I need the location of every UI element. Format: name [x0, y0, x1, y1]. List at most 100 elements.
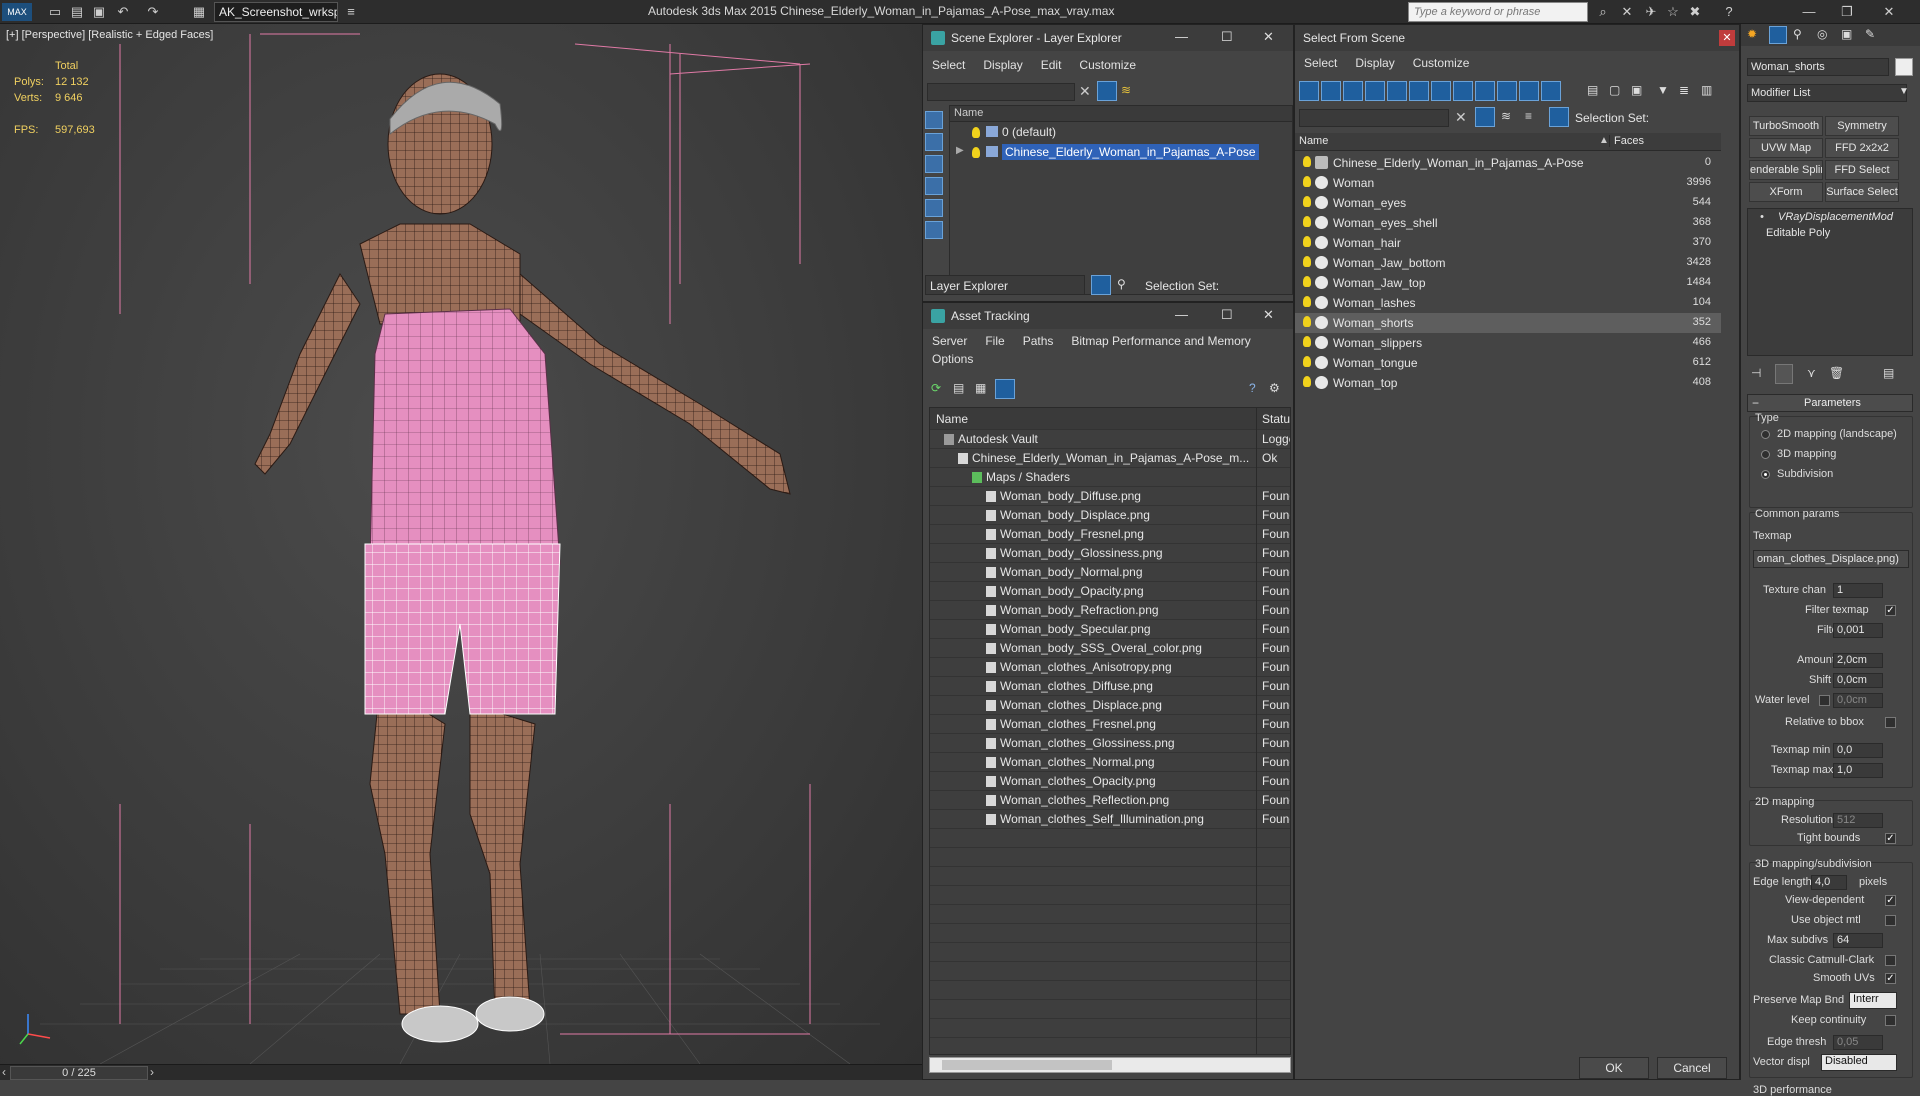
asset-row[interactable]: Woman_clothes_Fresnel.png Found — [930, 715, 1290, 734]
modifier-list-dropdown[interactable]: Modifier List — [1747, 84, 1907, 102]
scene-explorer-title[interactable]: Scene Explorer - Layer Explorer — [923, 25, 1293, 51]
save-file-icon[interactable]: ▣ — [90, 3, 108, 21]
asset-row[interactable]: Woman_clothes_Self_Illumination.png Found — [930, 810, 1290, 829]
object-row[interactable]: Woman_eyes_shell 368 — [1295, 213, 1721, 233]
resolution-field[interactable]: 512 — [1833, 813, 1883, 828]
horizontal-scrollbar[interactable] — [929, 1057, 1291, 1073]
texture-chan-field[interactable]: 1 — [1833, 583, 1883, 598]
asset-row[interactable]: Woman_body_SSS_Overal_color.png Found — [930, 639, 1290, 658]
display-geometry-icon[interactable] — [925, 111, 943, 129]
pin-stack-icon[interactable]: ⊣ — [1751, 366, 1761, 380]
texmap-max-field[interactable]: 1,0 — [1833, 763, 1883, 778]
workspace-dropdown[interactable]: AK_Screenshot_wrksp — [214, 2, 338, 22]
radio-3d-mapping[interactable] — [1761, 450, 1770, 459]
menu-options[interactable]: Options — [923, 349, 982, 369]
filter-geometry-icon[interactable] — [1299, 81, 1319, 101]
lightbulb-icon[interactable] — [972, 147, 980, 158]
open-file-icon[interactable]: ▤ — [68, 3, 86, 21]
filter-groups-icon[interactable] — [1431, 81, 1451, 101]
col-name[interactable]: Name — [936, 412, 968, 426]
select-all-icon[interactable]: ▤ — [1587, 83, 1598, 97]
radio-subdivision[interactable] — [1761, 470, 1770, 479]
asset-row[interactable]: Woman_clothes_Anisotropy.png Found — [930, 658, 1290, 677]
asset-row[interactable]: Woman_clothes_Reflection.png Found — [930, 791, 1290, 810]
time-prev-icon[interactable]: ‹ — [2, 1065, 6, 1079]
filter-helpers-icon[interactable] — [1387, 81, 1407, 101]
show-end-result-icon[interactable] — [1775, 364, 1793, 384]
utilities-tab-icon[interactable]: ✎ — [1865, 27, 1875, 41]
shift-field[interactable]: 0,0cm — [1833, 673, 1883, 688]
max-subdivs-field[interactable]: 64 — [1833, 933, 1883, 948]
funnel-icon[interactable]: ▼ — [1657, 83, 1669, 97]
maximize-icon[interactable]: ☐ — [1221, 307, 1233, 323]
asset-row[interactable]: Woman_body_Diffuse.png Found — [930, 487, 1290, 506]
clear-find-icon[interactable]: ✕ — [1455, 109, 1467, 126]
exchange-icon[interactable]: ✖ — [1686, 3, 1704, 21]
asset-row[interactable]: Woman_clothes_Glossiness.png Found — [930, 734, 1290, 753]
lightbulb-icon[interactable] — [1303, 296, 1311, 307]
menu-display[interactable]: Display — [974, 55, 1031, 75]
menu-select[interactable]: Select — [923, 55, 974, 75]
menu-paths[interactable]: Paths — [1014, 331, 1063, 351]
filter-frozen-icon[interactable] — [1519, 81, 1539, 101]
menu-file[interactable]: File — [976, 331, 1013, 351]
asset-row[interactable]: Woman_body_Fresnel.png Found — [930, 525, 1290, 544]
filter-hidden-icon[interactable] — [1541, 81, 1561, 101]
minimize-icon[interactable]: — — [1175, 29, 1188, 44]
filter-shapes-icon[interactable] — [1321, 81, 1341, 101]
select-from-scene-title[interactable]: Select From Scene — [1295, 25, 1739, 51]
object-row[interactable]: Woman_Jaw_top 1484 — [1295, 273, 1721, 293]
motion-tab-icon[interactable]: ◎ — [1817, 27, 1827, 41]
ok-button[interactable]: OK — [1579, 1057, 1649, 1079]
display-spacewarps-icon[interactable] — [925, 221, 943, 239]
water-level-field[interactable]: 0,0cm — [1833, 693, 1883, 708]
minimize-window-icon[interactable]: — — [1800, 3, 1818, 21]
object-row[interactable]: Woman 3996 — [1295, 173, 1721, 193]
filter-blur-field[interactable]: 0,001 — [1833, 623, 1883, 638]
object-row[interactable]: Woman_eyes 544 — [1295, 193, 1721, 213]
filter-cameras-icon[interactable] — [1365, 81, 1385, 101]
asset-row[interactable]: Woman_body_Opacity.png Found — [930, 582, 1290, 601]
view-dependent-checkbox[interactable]: ✓ — [1885, 895, 1896, 906]
new-file-icon[interactable]: ▭ — [46, 3, 64, 21]
create-tab-icon[interactable]: ✹ — [1747, 27, 1757, 41]
find-input[interactable] — [1299, 109, 1449, 127]
configure-sets-icon[interactable]: ▤ — [1883, 366, 1894, 380]
texmap-min-field[interactable]: 0,0 — [1833, 743, 1883, 758]
display-tab-icon[interactable]: ▣ — [1841, 27, 1852, 41]
tools-icon[interactable]: ✕ — [1618, 3, 1636, 21]
help-icon[interactable]: ? — [1249, 381, 1256, 395]
lightbulb-icon[interactable] — [1303, 316, 1311, 327]
frame-counter[interactable]: 0 / 225 — [10, 1066, 148, 1080]
restore-window-icon[interactable]: ❐ — [1838, 3, 1856, 21]
surface-select-button[interactable]: Surface Select — [1825, 182, 1899, 202]
menu-bitmap-performance[interactable]: Bitmap Performance and Memory — [1062, 331, 1259, 351]
close-icon[interactable]: ✕ — [1263, 307, 1274, 323]
app-menu-button[interactable]: MAX — [2, 3, 32, 21]
ffd-select-button[interactable]: FFD Select — [1825, 160, 1899, 180]
filter-containers-icon[interactable] — [1497, 81, 1517, 101]
find-input[interactable] — [927, 83, 1075, 101]
minimize-icon[interactable]: — — [1175, 307, 1188, 322]
menu-customize[interactable]: Customize — [1070, 55, 1145, 75]
maximize-icon[interactable]: ☐ — [1221, 29, 1233, 45]
favorites-icon[interactable]: ☆ — [1664, 3, 1682, 21]
select-invert-icon[interactable]: ▣ — [1631, 83, 1642, 97]
filter-icon[interactable] — [1097, 81, 1117, 101]
columns-icon[interactable]: ▥ — [1701, 83, 1712, 97]
lightbulb-icon[interactable] — [1303, 356, 1311, 367]
col-name[interactable]: Name — [1299, 135, 1328, 147]
preserve-map-dropdown[interactable]: Interr — [1849, 992, 1897, 1009]
object-row[interactable]: Woman_hair 370 — [1295, 233, 1721, 253]
asset-row[interactable]: Chinese_Elderly_Woman_in_Pajamas_A-Pose_… — [930, 449, 1290, 468]
lightbulb-icon[interactable] — [1303, 196, 1311, 207]
scrollbar-thumb[interactable] — [942, 1060, 1112, 1070]
water-level-checkbox[interactable] — [1819, 695, 1830, 706]
parameters-rollout-header[interactable]: − Parameters — [1747, 394, 1913, 412]
menu-select[interactable]: Select — [1295, 53, 1346, 73]
time-next-icon[interactable]: › — [150, 1065, 154, 1079]
keep-continuity-checkbox[interactable] — [1885, 1015, 1896, 1026]
edge-length-field[interactable]: 4,0 — [1811, 875, 1847, 890]
edge-thresh-field[interactable]: 0,05 — [1833, 1035, 1883, 1050]
perspective-viewport[interactable]: [+] [Perspective] [Realistic + Edged Fac… — [0, 24, 922, 1070]
